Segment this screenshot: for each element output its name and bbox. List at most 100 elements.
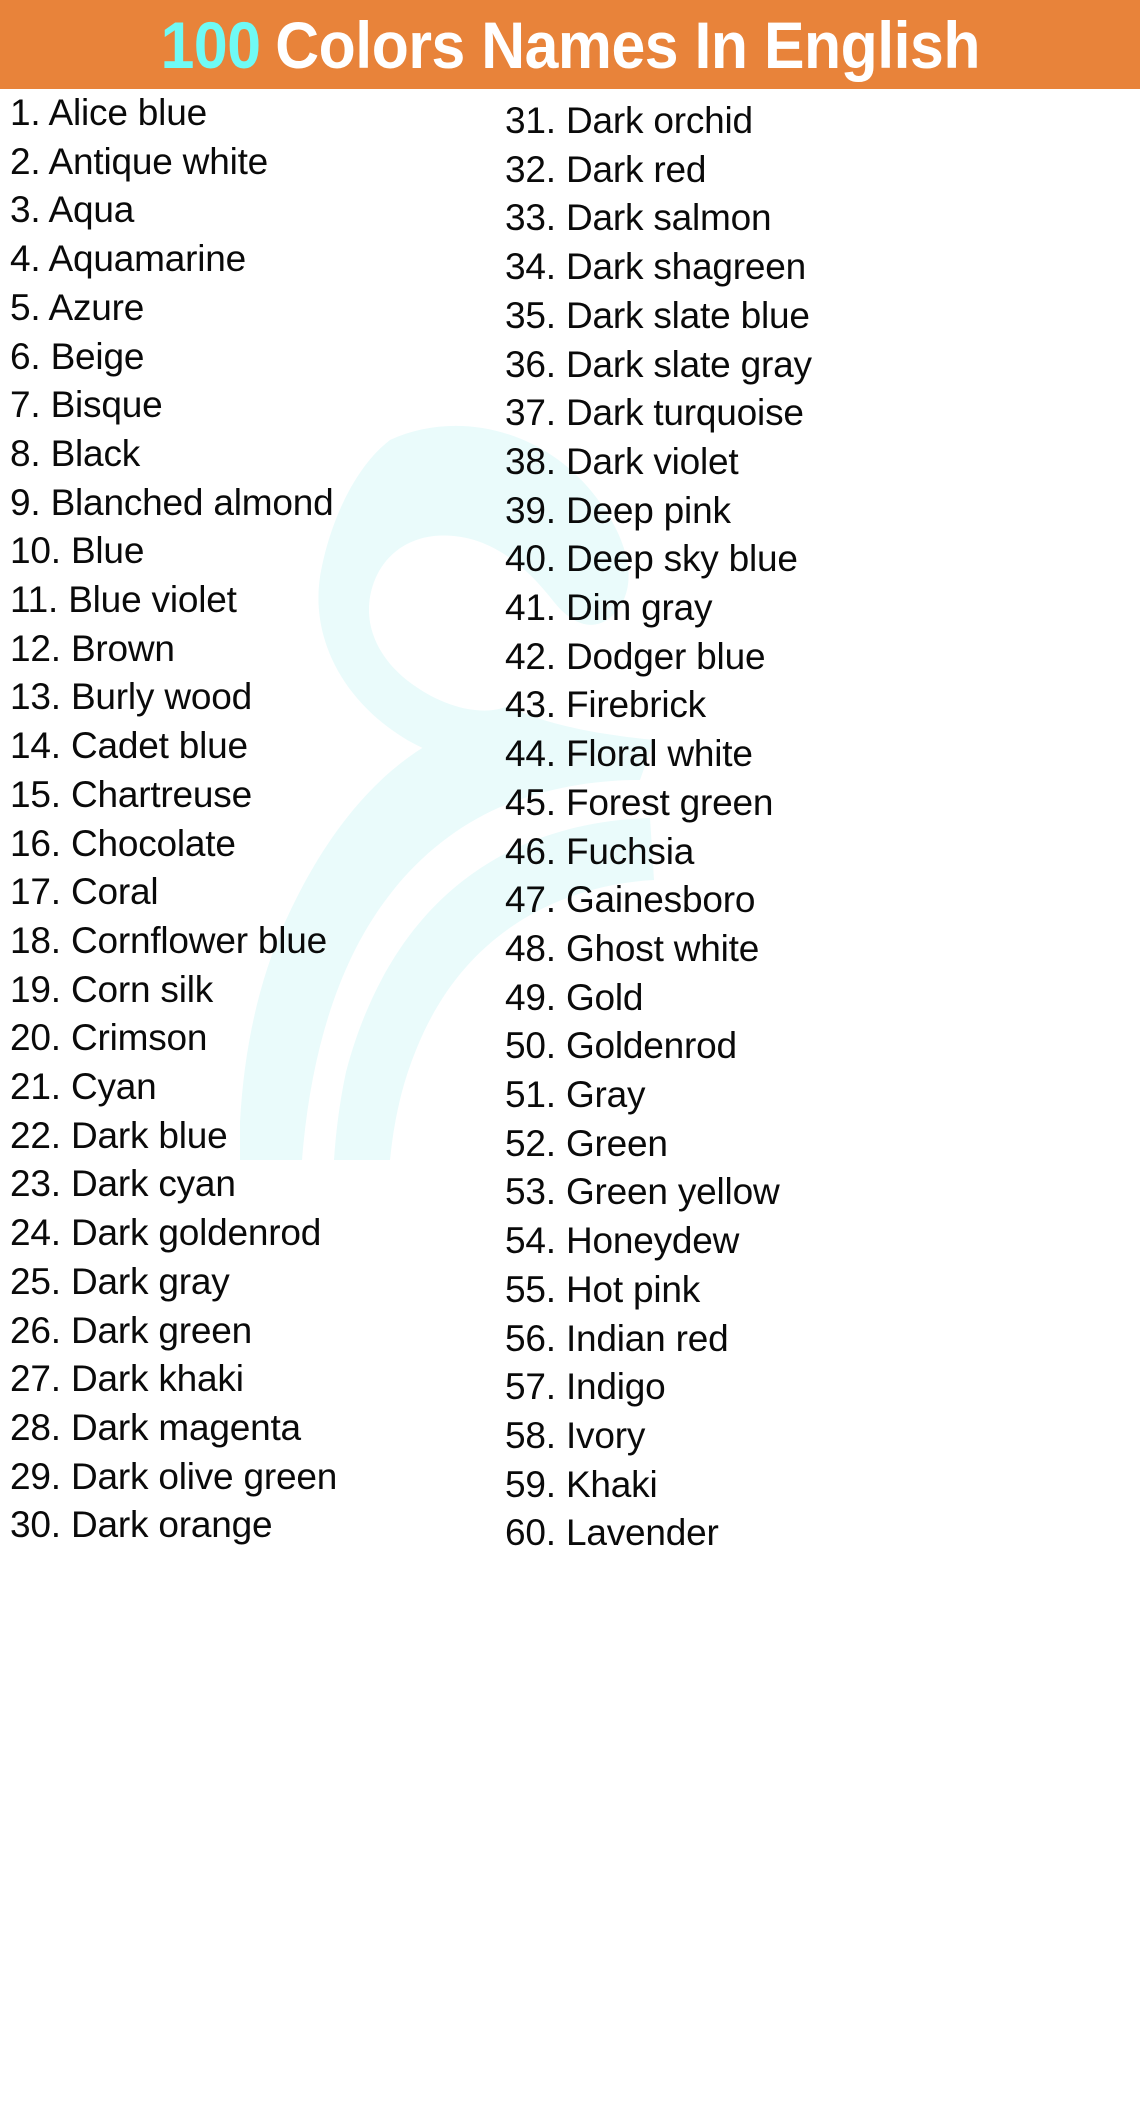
list-item-label: Azure: [48, 286, 145, 328]
list-item-number: 53.: [505, 1171, 556, 1213]
list-item-number: 20.: [10, 1017, 61, 1059]
page-title-text: Colors Names In English: [274, 7, 980, 82]
list-item: 38. Dark violet: [505, 438, 1125, 487]
list-item-number: 36.: [505, 343, 556, 385]
list-item-number: 54.: [505, 1220, 556, 1262]
list-item-number: 41.: [505, 587, 556, 629]
list-item: 47. Gainesboro: [505, 876, 1125, 925]
list-item-number: 31.: [505, 100, 556, 141]
list-item-label: Alice blue: [48, 92, 208, 133]
list-item: 13. Burly wood: [10, 673, 490, 722]
list-item: 25. Dark gray: [10, 1258, 490, 1307]
list-item-label: Cadet blue: [70, 725, 248, 767]
list-item-number: 44.: [505, 733, 556, 775]
list-item-number: 17.: [10, 871, 61, 913]
list-item: 29. Dark olive green: [10, 1453, 490, 1502]
list-item-number: 24.: [10, 1212, 61, 1254]
list-item: 49. Gold: [505, 974, 1125, 1023]
list-item-number: 49.: [505, 976, 556, 1018]
list-item: 14. Cadet blue: [10, 722, 490, 771]
list-item-number: 42.: [505, 635, 556, 677]
list-item-label: Ivory: [565, 1414, 646, 1456]
list-item-label: Crimson: [70, 1017, 208, 1059]
list-item-label: Indian red: [565, 1317, 729, 1359]
list-item-number: 43.: [505, 684, 556, 726]
list-item-number: 33.: [505, 197, 556, 239]
list-item: 44. Floral white: [505, 730, 1125, 779]
list-item-number: 10.: [10, 530, 61, 572]
list-item-number: 56.: [505, 1317, 556, 1359]
list-item-label: Goldenrod: [565, 1025, 737, 1067]
list-item-number: 22.: [10, 1114, 61, 1156]
list-item: 22. Dark blue: [10, 1112, 490, 1161]
list-item-label: Honeydew: [565, 1220, 740, 1262]
list-item: 11. Blue violet: [10, 576, 490, 625]
list-item: 32. Dark red: [505, 146, 1125, 195]
list-item: 23. Dark cyan: [10, 1160, 490, 1209]
list-item-label: Dark gray: [70, 1260, 230, 1302]
list-item: 3. Aqua: [10, 186, 490, 235]
list-item-number: 8.: [10, 432, 41, 474]
list-item-label: Dark salmon: [565, 197, 772, 239]
list-item-number: 34.: [505, 246, 556, 288]
list-item-label: Lavender: [565, 1512, 719, 1554]
list-item-label: Chocolate: [70, 822, 236, 864]
colors-list: 1. Alice blue 2. Antique white 3. Aqua 4. A…: [0, 89, 1140, 2119]
list-item-number: 30.: [10, 1504, 61, 1546]
list-item: 4. Aquamarine: [10, 235, 490, 284]
list-item-label: Dark violet: [565, 440, 739, 482]
list-item: 42. Dodger blue: [505, 633, 1125, 682]
list-item-number: 48.: [505, 927, 556, 969]
list-item: 21. Cyan: [10, 1063, 490, 1112]
list-item: 9. Blanched almond: [10, 479, 490, 528]
list-item-label: Ghost white: [565, 927, 760, 969]
list-item: 40. Deep sky blue: [505, 535, 1125, 584]
list-item: 10. Blue: [10, 527, 490, 576]
list-item-label: Fuchsia: [565, 830, 695, 872]
list-item-label: Chartreuse: [70, 773, 252, 815]
list-item-label: Dark green: [70, 1309, 252, 1351]
list-item-number: 7.: [10, 384, 41, 426]
list-item-number: 59.: [505, 1463, 556, 1505]
list-item-number: 40.: [505, 538, 556, 580]
list-item-number: 35.: [505, 294, 556, 336]
list-item: 36. Dark slate gray: [505, 341, 1125, 390]
list-item-label: Dark blue: [70, 1114, 228, 1156]
list-item-label: Dark turquoise: [565, 392, 804, 434]
list-item-label: Dark orchid: [565, 100, 753, 141]
list-item-number: 60.: [505, 1512, 556, 1554]
list-item-label: Dark cyan: [70, 1163, 236, 1205]
list-item-label: Floral white: [565, 733, 753, 775]
list-item-number: 3.: [10, 189, 41, 231]
list-item: 6. Beige: [10, 333, 490, 382]
list-item: 51. Gray: [505, 1071, 1125, 1120]
list-item-label: Dark slate gray: [565, 343, 812, 385]
list-item-label: Green yellow: [565, 1171, 780, 1213]
list-item-number: 45.: [505, 781, 556, 823]
list-item-label: Brown: [70, 627, 175, 669]
list-item: 54. Honeydew: [505, 1217, 1125, 1266]
list-item-number: 9.: [10, 481, 41, 523]
list-item: 56. Indian red: [505, 1315, 1125, 1364]
list-item-number: 29.: [10, 1455, 61, 1497]
list-item-label: Dim gray: [565, 587, 713, 629]
list-item-label: Dark olive green: [70, 1455, 338, 1497]
list-item: 2. Antique white: [10, 138, 490, 187]
list-item-number: 18.: [10, 919, 61, 961]
list-item-number: 32.: [505, 148, 556, 190]
list-item-label: Blanched almond: [50, 481, 334, 523]
list-item-label: Dark red: [565, 148, 707, 190]
list-item: 15. Chartreuse: [10, 771, 490, 820]
list-item-number: 21.: [10, 1066, 61, 1108]
list-item-number: 46.: [505, 830, 556, 872]
left-column: 1. Alice blue 2. Antique white 3. Aqua 4. A…: [10, 89, 490, 1550]
list-item-label: Dark shagreen: [565, 246, 807, 288]
list-item-label: Aqua: [48, 189, 135, 231]
list-item-label: Green: [565, 1122, 668, 1164]
list-item-label: Indigo: [565, 1366, 666, 1408]
list-item-number: 26.: [10, 1309, 61, 1351]
page-title-count: 100: [160, 7, 261, 82]
list-item-label: Dodger blue: [565, 635, 766, 677]
list-item-label: Blue: [70, 530, 145, 572]
list-item-label: Forest green: [565, 781, 774, 823]
